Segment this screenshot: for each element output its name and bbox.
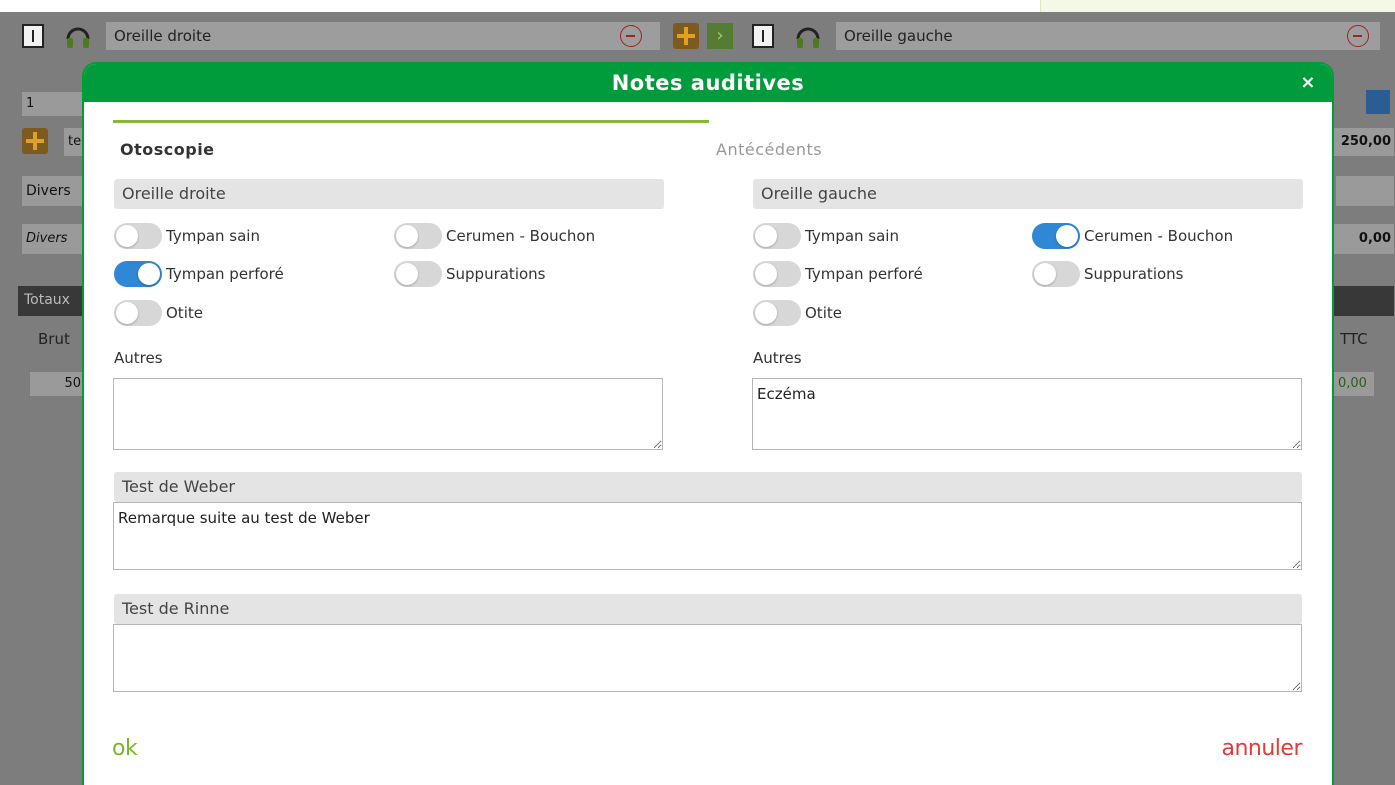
right-suppurations-toggle[interactable]: Suppurations <box>394 261 546 287</box>
headset-icon <box>66 27 90 48</box>
info-box <box>1040 0 1395 12</box>
toggle-label: Cerumen - Bouchon <box>1084 227 1234 245</box>
dialog-title: Notes auditives <box>611 71 805 95</box>
right-tympan-perfore-toggle[interactable]: Tympan perforé <box>114 261 284 287</box>
toggle-switch[interactable] <box>1032 223 1080 249</box>
toggle-switch[interactable] <box>1032 261 1080 287</box>
divers-input[interactable]: Divers <box>22 224 84 254</box>
cancel-button[interactable]: annuler <box>1221 736 1302 761</box>
toggle-switch[interactable] <box>753 223 801 249</box>
weber-test-title: Test de Weber <box>114 472 1302 502</box>
toggle-label: Otite <box>166 304 203 322</box>
left-other-textarea[interactable]: Eczéma <box>752 378 1302 450</box>
toggle-switch[interactable] <box>114 261 162 287</box>
quantity-field[interactable]: 1 <box>22 92 84 116</box>
right-ear-toggle-button[interactable] <box>22 24 44 48</box>
toggle-switch[interactable] <box>753 300 801 326</box>
right-cerumen-toggle[interactable]: Cerumen - Bouchon <box>394 223 595 249</box>
right-other-textarea[interactable] <box>113 378 663 450</box>
rinne-test-textarea[interactable] <box>113 624 1302 692</box>
divers-right-cell <box>1336 176 1394 206</box>
rinne-test-title: Test de Rinne <box>114 594 1302 624</box>
right-ear-section-title: Oreille droite <box>114 179 664 209</box>
left-ear-section-title: Oreille gauche <box>753 179 1303 209</box>
remove-left-ear-icon[interactable] <box>1347 25 1369 47</box>
toggle-label: Tympan perforé <box>166 265 284 283</box>
active-tab-indicator <box>113 120 709 123</box>
ok-button[interactable]: ok <box>112 736 138 761</box>
left-tympan-sain-toggle[interactable]: Tympan sain <box>753 223 899 249</box>
right-tympan-sain-toggle[interactable]: Tympan sain <box>114 223 260 249</box>
tab-otoscopie[interactable]: Otoscopie <box>120 140 215 159</box>
ttc-label: TTC <box>1340 330 1368 348</box>
divers-amount: 0,00 <box>1334 224 1394 254</box>
left-cerumen-toggle[interactable]: Cerumen - Bouchon <box>1032 223 1233 249</box>
left-other-label: Autres <box>753 349 802 367</box>
left-tympan-perfore-toggle[interactable]: Tympan perforé <box>753 261 923 287</box>
toggle-label: Otite <box>805 304 842 322</box>
toggle-switch[interactable] <box>114 300 162 326</box>
brut-value: 50 <box>30 372 84 396</box>
right-otite-toggle[interactable]: Otite <box>114 300 203 326</box>
toggle-switch[interactable] <box>394 261 442 287</box>
hearing-notes-dialog: Notes auditives × Otoscopie Antécédents … <box>82 62 1334 785</box>
left-ear-field[interactable]: Oreille gauche <box>836 22 1380 50</box>
close-icon[interactable]: × <box>1300 64 1316 102</box>
toggle-label: Suppurations <box>1084 265 1184 283</box>
toggle-label: Tympan sain <box>805 227 899 245</box>
tab-antecedents[interactable]: Antécédents <box>716 140 822 159</box>
line-amount: 250,00 <box>1334 128 1394 156</box>
left-otite-toggle[interactable]: Otite <box>753 300 842 326</box>
toggle-label: Tympan sain <box>166 227 260 245</box>
divers-label: Divers <box>22 176 84 206</box>
remove-right-ear-icon[interactable] <box>620 25 642 47</box>
dropdown-icon[interactable] <box>1366 90 1390 114</box>
toggle-switch[interactable] <box>114 223 162 249</box>
add-icon[interactable] <box>673 23 699 49</box>
toggle-label: Cerumen - Bouchon <box>446 227 596 245</box>
totals-label: Totaux <box>24 292 70 308</box>
right-other-label: Autres <box>114 349 163 367</box>
dialog-header: Notes auditives × <box>84 64 1332 102</box>
left-ear-toggle-button[interactable] <box>752 24 774 48</box>
ttc-value: 0,00 <box>1334 372 1374 396</box>
toggle-label: Tympan perforé <box>805 265 923 283</box>
brut-label: Brut <box>38 330 70 348</box>
add-line-icon[interactable] <box>22 128 48 154</box>
chevron-right-icon[interactable]: › <box>707 23 733 49</box>
toggle-label: Suppurations <box>446 265 546 283</box>
right-ear-field[interactable]: Oreille droite <box>106 22 660 50</box>
weber-test-textarea[interactable]: Remarque suite au test de Weber <box>113 502 1302 570</box>
headset-icon <box>796 27 820 48</box>
totals-bar-right <box>1334 286 1394 316</box>
toggle-switch[interactable] <box>753 261 801 287</box>
left-suppurations-toggle[interactable]: Suppurations <box>1032 261 1184 287</box>
toggle-switch[interactable] <box>394 223 442 249</box>
